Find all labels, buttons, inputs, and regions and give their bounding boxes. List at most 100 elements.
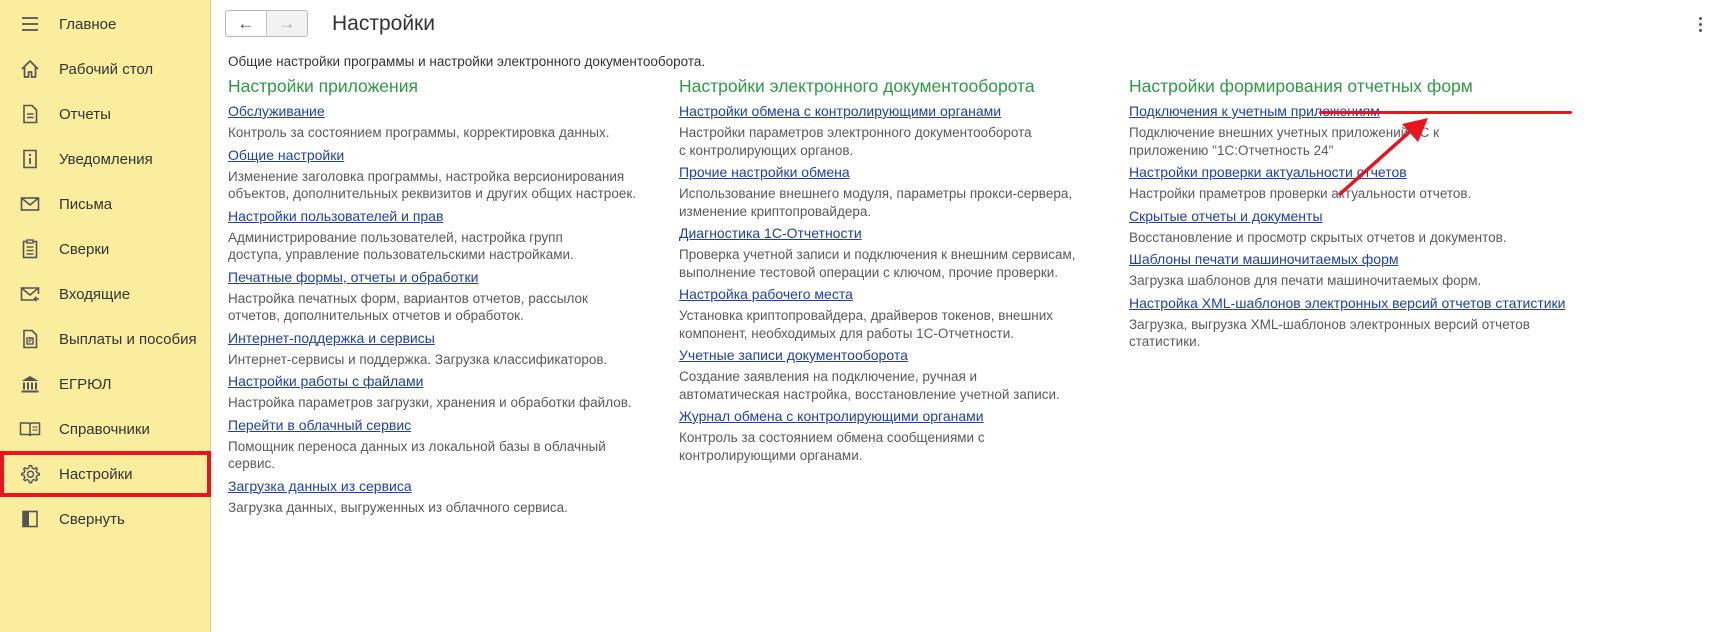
entry-description: Администрирование пользователей, настрой… bbox=[228, 229, 574, 263]
link-edo-accounts[interactable]: Учетные записи документооборота bbox=[679, 345, 1149, 366]
settings-entry: Прочие настройки обмена Использование вн… bbox=[679, 162, 1149, 220]
sidebar: Главное Рабочий стол Отчеты Уведомления … bbox=[0, 0, 211, 632]
entry-description: Загрузка данных, выгруженных из облачног… bbox=[228, 499, 568, 515]
sidebar-item-label: Настройки bbox=[59, 466, 133, 483]
link-print-forms[interactable]: Печатные формы, отчеты и обработки bbox=[228, 267, 698, 288]
entry-description: Изменение заголовка программы, настройка… bbox=[228, 168, 636, 202]
link-xml-templates[interactable]: Настройка XML-шаблонов электронных верси… bbox=[1129, 293, 1609, 314]
section-title: Настройки формирования отчетных форм bbox=[1129, 76, 1473, 96]
settings-entry: Скрытые отчеты и документы Восстановлени… bbox=[1129, 206, 1609, 247]
link-cloud-service[interactable]: Перейти в облачный сервис bbox=[228, 415, 698, 436]
payments-icon: ₽ bbox=[18, 327, 42, 351]
settings-entry: Настройка рабочего места Установка крипт… bbox=[679, 284, 1149, 342]
link-other-exchange-settings[interactable]: Прочие настройки обмена bbox=[679, 162, 1149, 183]
sidebar-item-label: Рабочий стол bbox=[59, 61, 154, 78]
sidebar-item-settings[interactable]: Настройки bbox=[0, 451, 211, 497]
link-data-import[interactable]: Загрузка данных из сервиса bbox=[228, 476, 698, 497]
entry-description: Контроль за состоянием программы, коррек… bbox=[228, 125, 610, 140]
entry-description: Настройки параметров электронного докуме… bbox=[679, 125, 1032, 158]
sidebar-item-collapse[interactable]: Свернуть bbox=[0, 496, 211, 542]
settings-entry: Настройки работы с файлами Настройка пар… bbox=[228, 371, 698, 412]
settings-entry: Журнал обмена с контролирующими органами… bbox=[679, 406, 1149, 464]
link-hidden-reports[interactable]: Скрытые отчеты и документы bbox=[1129, 206, 1609, 227]
home-icon bbox=[18, 57, 42, 81]
link-users-rights[interactable]: Настройки пользователей и прав bbox=[228, 206, 698, 227]
sidebar-item-desktop[interactable]: Рабочий стол bbox=[0, 46, 211, 92]
link-diagnostics[interactable]: Диагностика 1С-Отчетности bbox=[679, 223, 1149, 244]
incoming-mail-icon bbox=[18, 282, 42, 306]
entry-description: Интернет-сервисы и поддержка. Загрузка к… bbox=[228, 351, 608, 367]
entry-description: Настройка печатных форм, вариантов отчет… bbox=[228, 290, 588, 324]
entry-description: Настройка параметров загрузки, хранения … bbox=[228, 395, 632, 410]
svg-text:₽: ₽ bbox=[28, 338, 32, 345]
arrow-left-icon: ← bbox=[237, 13, 255, 33]
link-workplace-setup[interactable]: Настройка рабочего места bbox=[679, 284, 1149, 305]
sidebar-item-label: Письма bbox=[59, 196, 113, 213]
entry-description: Контроль за состоянием обмена сообщениям… bbox=[679, 430, 985, 463]
settings-entry: Интернет-поддержка и сервисы Интернет-се… bbox=[228, 328, 698, 369]
sidebar-item-label: Входящие bbox=[59, 286, 131, 303]
entry-description: Проверка учетной записи и подключения к … bbox=[679, 247, 1076, 280]
sidebar-item-notifications[interactable]: Уведомления bbox=[0, 136, 211, 182]
sidebar-item-label: Отчеты bbox=[59, 106, 111, 123]
link-files-settings[interactable]: Настройки работы с файлами bbox=[228, 371, 698, 392]
annotation-underline bbox=[1319, 111, 1572, 114]
link-exchange-log[interactable]: Журнал обмена с контролирующими органами bbox=[679, 406, 1149, 427]
settings-entry: Печатные формы, отчеты и обработки Настр… bbox=[228, 267, 698, 325]
mail-icon bbox=[18, 192, 42, 216]
entry-description: Загрузка шаблонов для печати машиночитае… bbox=[1129, 273, 1482, 288]
settings-entry: Настройки пользователей и прав Администр… bbox=[228, 206, 698, 264]
link-exchange-settings[interactable]: Настройки обмена с контролирующими орган… bbox=[679, 101, 1149, 122]
link-print-templates[interactable]: Шаблоны печати машиночитаемых форм bbox=[1129, 249, 1609, 270]
entry-description: Использование внешнего модуля, параметры… bbox=[679, 186, 1073, 219]
menu-icon bbox=[18, 12, 42, 36]
settings-entry: Загрузка данных из сервиса Загрузка данн… bbox=[228, 476, 698, 517]
sidebar-item-letters[interactable]: Письма bbox=[0, 181, 211, 227]
section-title: Настройки приложения bbox=[228, 76, 418, 96]
settings-entry: Обслуживание Контроль за состоянием прог… bbox=[228, 101, 698, 142]
settings-entry: Настройка XML-шаблонов электронных верси… bbox=[1129, 293, 1609, 351]
collapse-icon bbox=[18, 507, 42, 531]
section-title: Настройки электронного документооборота bbox=[679, 76, 1035, 96]
info-icon bbox=[18, 147, 42, 171]
forward-button[interactable]: → bbox=[267, 11, 308, 36]
intro-text: Общие настройки программы и настройки эл… bbox=[228, 54, 706, 69]
sidebar-item-directories[interactable]: Справочники bbox=[0, 406, 211, 452]
bank-icon bbox=[18, 372, 42, 396]
settings-entry: Диагностика 1С-Отчетности Проверка учетн… bbox=[679, 223, 1149, 281]
sidebar-item-main[interactable]: Главное bbox=[0, 1, 211, 47]
section-edo-settings: Настройки электронного документооборота … bbox=[679, 76, 1149, 467]
history-nav: ← → bbox=[225, 10, 308, 37]
book-icon bbox=[18, 417, 42, 441]
link-general-settings[interactable]: Общие настройки bbox=[228, 145, 698, 166]
more-dots-icon bbox=[1698, 16, 1702, 20]
gear-icon bbox=[18, 462, 42, 486]
sidebar-item-reports[interactable]: Отчеты bbox=[0, 91, 211, 137]
more-actions-button[interactable] bbox=[1694, 14, 1706, 34]
link-internet-support[interactable]: Интернет-поддержка и сервисы bbox=[228, 328, 698, 349]
sidebar-item-label: Справочники bbox=[59, 421, 150, 438]
checklist-icon bbox=[18, 237, 42, 261]
sidebar-item-label: Главное bbox=[59, 16, 117, 33]
sidebar-item-payments[interactable]: ₽ Выплаты и пособия bbox=[0, 316, 211, 362]
settings-entry: Настройки обмена с контролирующими орган… bbox=[679, 101, 1149, 159]
sidebar-item-incoming[interactable]: Входящие bbox=[0, 271, 211, 317]
sidebar-item-label: Сверки bbox=[59, 241, 110, 258]
entry-description: Помощник переноса данных из локальной ба… bbox=[228, 438, 606, 472]
entry-description: Установка криптопровайдера, драйверов то… bbox=[679, 308, 1054, 341]
entry-description: Создание заявления на подключение, ручна… bbox=[679, 369, 1060, 402]
settings-entry: Учетные записи документооборота Создание… bbox=[679, 345, 1149, 403]
settings-entry: Общие настройки Изменение заголовка прог… bbox=[228, 145, 698, 203]
sidebar-item-label: Выплаты и пособия bbox=[59, 331, 197, 348]
entry-description: Восстановление и просмотр скрытых отчето… bbox=[1129, 229, 1507, 245]
document-icon bbox=[18, 102, 42, 126]
sidebar-item-label: Уведомления bbox=[59, 151, 153, 168]
main-content: ← → Настройки Общие настройки программы … bbox=[212, 0, 1723, 632]
sidebar-item-egrul[interactable]: ЕГРЮЛ bbox=[0, 361, 211, 407]
settings-entry: Перейти в облачный сервис Помощник перен… bbox=[228, 415, 698, 473]
settings-entry: Шаблоны печати машиночитаемых форм Загру… bbox=[1129, 249, 1609, 290]
sidebar-item-reconciliations[interactable]: Сверки bbox=[0, 226, 211, 272]
link-maintenance[interactable]: Обслуживание bbox=[228, 101, 698, 122]
back-button[interactable]: ← bbox=[226, 11, 267, 36]
sidebar-item-label: Свернуть bbox=[59, 511, 125, 528]
